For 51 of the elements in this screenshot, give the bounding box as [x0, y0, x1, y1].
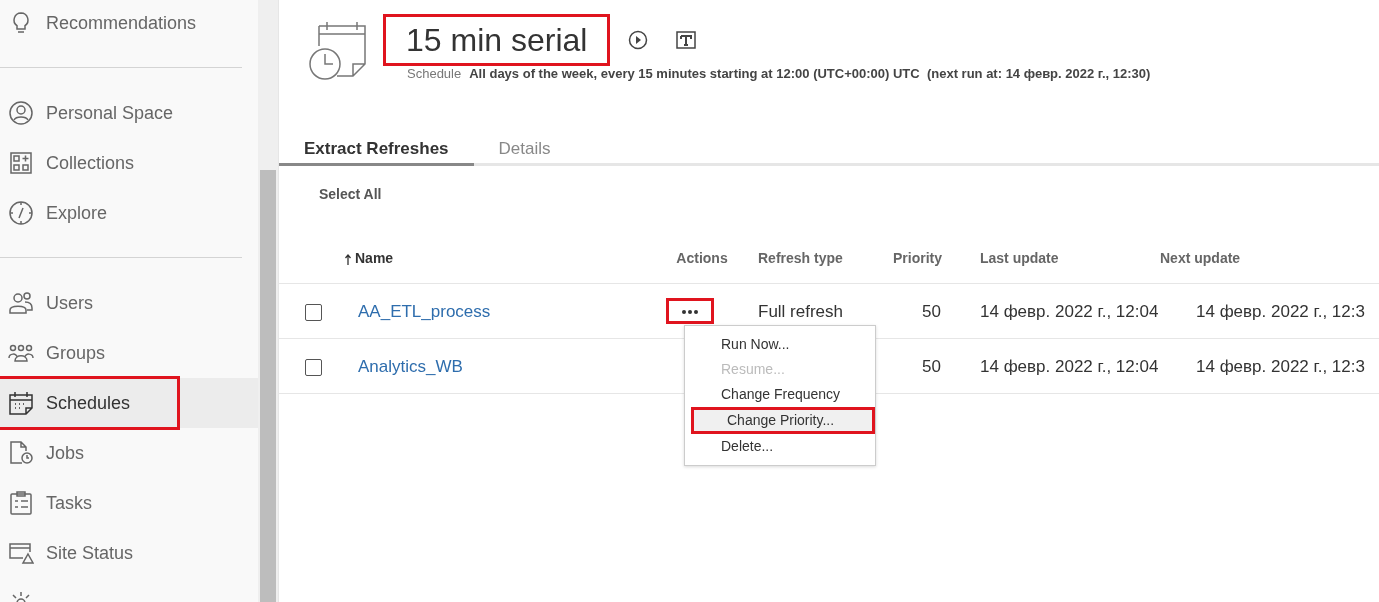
clipboard-icon	[8, 490, 34, 516]
calendar-icon	[8, 390, 34, 416]
column-header[interactable]: Refresh type	[758, 250, 843, 267]
document-clock-icon	[8, 440, 34, 466]
sidebar-item[interactable]: Personal Space	[0, 88, 258, 138]
column-header[interactable]: Name	[355, 250, 394, 267]
checkbox[interactable]	[305, 358, 322, 376]
sidebar-item[interactable]: Site Status	[0, 528, 258, 578]
menu-item[interactable]: Run Now...	[685, 332, 875, 358]
more-actions-button[interactable]	[666, 298, 714, 325]
person-icon	[8, 100, 34, 126]
sidebar-item[interactable]: Explore	[0, 188, 258, 238]
sidebar-item[interactable]: Jobs	[0, 428, 258, 478]
play-icon[interactable]	[628, 30, 649, 51]
table-cell: 14 февр. 2022 г., 12:04	[980, 356, 1159, 376]
tab[interactable]: Details	[473, 135, 576, 167]
table-cell: Full refresh	[758, 301, 844, 321]
sidebar-item[interactable]: Users	[0, 278, 258, 328]
ellipsis-icon	[681, 309, 699, 316]
column-header[interactable]: Last update	[980, 250, 1059, 267]
table-cell: 14 февр. 2022 г., 12:3	[1196, 356, 1365, 376]
schedule-description: All days of the week, every 15 minutes starting at 12:00 (UTC+00:00) UTC (next run at: 14 февр. 2022 г., 12:30)	[469, 65, 1151, 84]
tab[interactable]: Extract Refreshes	[279, 135, 474, 167]
page-title: 15 min serial	[383, 14, 611, 67]
menu-item[interactable]: Change Priority...	[691, 407, 875, 435]
table-cell: 14 февр. 2022 г., 12:04	[980, 301, 1159, 321]
calendar-clock-icon	[307, 20, 369, 82]
table-cell: 50	[922, 356, 941, 376]
schedule-label: Schedule	[407, 65, 462, 84]
workbook-link[interactable]: Analytics_WB	[358, 356, 463, 376]
grid-plus-icon	[8, 150, 34, 176]
sidebar-item[interactable]: Recommendations	[0, 0, 258, 48]
table-cell: 50	[922, 301, 941, 321]
window-warning-icon	[8, 540, 34, 566]
select-all-button[interactable]: Select All	[319, 184, 382, 206]
checkbox[interactable]	[305, 303, 322, 321]
users-icon	[8, 290, 34, 316]
column-header[interactable]: Next update	[1160, 250, 1241, 267]
sidebar-item[interactable]: Schedules	[0, 378, 258, 428]
compass-icon	[8, 200, 34, 226]
sidebar-item[interactable]: Groups	[0, 328, 258, 378]
column-header[interactable]: Actions	[676, 250, 728, 267]
table-cell: 14 февр. 2022 г., 12:3	[1196, 301, 1365, 321]
workbook-link[interactable]: AA_ETL_process	[358, 301, 491, 321]
menu-item[interactable]: Change Frequency	[685, 382, 875, 408]
column-header[interactable]: Priority	[893, 250, 942, 267]
sidebar-item[interactable]: Collections	[0, 138, 258, 188]
text-box-icon[interactable]	[676, 31, 697, 50]
menu-item[interactable]: Delete...	[685, 434, 875, 460]
sidebar-item[interactable]: Tasks	[0, 478, 258, 528]
scrollbar-thumb[interactable]	[260, 170, 276, 602]
